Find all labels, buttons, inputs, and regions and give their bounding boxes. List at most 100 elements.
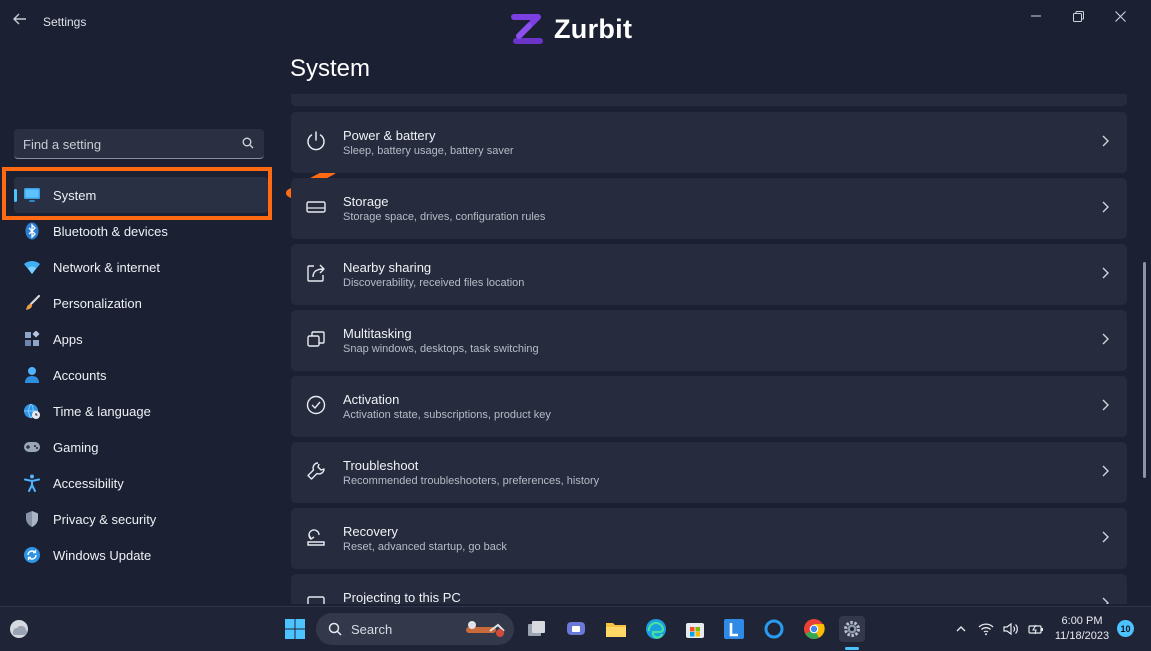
sidebar-item-label: Accounts <box>53 367 107 383</box>
card-subtitle: Recommended troubleshooters, preferences… <box>343 475 600 487</box>
card-subtitle: Sleep, battery usage, battery saver <box>343 145 514 157</box>
scrollbar[interactable] <box>1143 262 1146 478</box>
clock-date: 11/18/2023 <box>1054 630 1110 642</box>
search-icon[interactable] <box>242 137 254 149</box>
page-title: System <box>290 55 371 82</box>
apps-icon <box>22 329 42 349</box>
card-title: Nearby sharing <box>343 260 432 275</box>
bluetooth-icon <box>22 221 42 241</box>
search-highlight-icon <box>466 621 505 637</box>
chevron-right-icon <box>1102 201 1109 213</box>
chevron-right-icon <box>1102 333 1109 345</box>
sidebar-item-privacy[interactable]: Privacy & security <box>14 501 268 537</box>
store-icon[interactable] <box>682 616 708 642</box>
sidebar-item-label: Time & language <box>53 403 151 419</box>
sidebar-item-network[interactable]: Network & internet <box>14 249 268 285</box>
chevron-right-icon <box>1102 399 1109 411</box>
l-app-icon[interactable] <box>721 616 747 642</box>
clock-time: 6:00 PM <box>1061 615 1103 627</box>
chevron-right-icon <box>1102 597 1109 604</box>
find-setting-search[interactable] <box>14 129 264 159</box>
task-view-icon[interactable] <box>524 616 550 642</box>
window-title: Settings <box>43 15 87 29</box>
card-nearby-sharing[interactable]: Nearby sharing Discoverability, received… <box>291 244 1127 305</box>
card-activation[interactable]: Activation Activation state, subscriptio… <box>291 376 1127 437</box>
taskbar-search-label: Search <box>351 622 393 637</box>
windows-start-icon[interactable] <box>284 618 306 640</box>
sidebar-nav: System Bluetooth & devices Network & int… <box>14 177 268 573</box>
multitasking-icon <box>307 331 325 347</box>
sidebar-item-label: Bluetooth & devices <box>53 223 168 239</box>
chevron-right-icon <box>1102 135 1109 147</box>
card-title: Power & battery <box>343 128 436 143</box>
sidebar-item-personalization[interactable]: Personalization <box>14 285 268 321</box>
file-explorer-icon[interactable] <box>603 616 629 642</box>
gamepad-icon <box>22 437 42 457</box>
weather-widget-icon[interactable] <box>8 618 30 640</box>
volume-icon[interactable] <box>1000 618 1022 640</box>
chevron-right-icon <box>1102 531 1109 543</box>
wifi-icon[interactable] <box>975 618 997 640</box>
chevron-up-icon[interactable] <box>950 618 972 640</box>
card-troubleshoot[interactable]: Troubleshoot Recommended troubleshooters… <box>291 442 1127 503</box>
share-icon <box>307 264 325 282</box>
sidebar-item-gaming[interactable]: Gaming <box>14 429 268 465</box>
wifi-icon <box>22 257 42 277</box>
power-icon <box>307 131 325 151</box>
accessibility-icon <box>22 473 42 493</box>
card-projecting[interactable]: Projecting to this PC <box>291 574 1127 604</box>
sidebar-item-accessibility[interactable]: Accessibility <box>14 465 268 501</box>
sidebar-item-apps[interactable]: Apps <box>14 321 268 357</box>
card-title: Storage <box>343 194 389 209</box>
card-partial <box>291 94 1127 106</box>
zurbit-text: Zurbit <box>554 13 633 44</box>
minimize-icon[interactable] <box>1015 4 1057 28</box>
search-input[interactable] <box>14 129 245 159</box>
chevron-right-icon <box>1102 465 1109 477</box>
shield-icon <box>22 509 42 529</box>
sidebar-item-label: Apps <box>53 331 83 347</box>
card-title: Troubleshoot <box>343 458 419 473</box>
card-power-battery[interactable]: Power & battery Sleep, battery usage, ba… <box>291 112 1127 173</box>
edge-icon[interactable] <box>643 616 669 642</box>
card-title: Multitasking <box>343 326 412 341</box>
annotation-highlight-box <box>2 167 272 220</box>
update-icon <box>22 545 42 565</box>
notification-badge[interactable]: 10 <box>1117 620 1134 637</box>
cortana-icon[interactable] <box>761 616 787 642</box>
sidebar-item-time-language[interactable]: Time & language <box>14 393 268 429</box>
window-controls <box>1015 4 1141 28</box>
card-multitasking[interactable]: Multitasking Snap windows, desktops, tas… <box>291 310 1127 371</box>
settings-card-list: Power & battery Sleep, battery usage, ba… <box>291 112 1127 604</box>
card-subtitle: Discoverability, received files location <box>343 277 525 289</box>
taskbar-clock[interactable]: 6:00 PM 11/18/2023 <box>1050 614 1114 644</box>
card-subtitle: Reset, advanced startup, go back <box>343 541 507 553</box>
taskbar: Search 6:00 PM 11/18/2023 10 <box>0 606 1151 651</box>
recovery-icon <box>307 529 325 546</box>
projecting-icon <box>307 596 325 604</box>
taskbar-search[interactable]: Search <box>316 613 514 645</box>
sidebar-item-label: Windows Update <box>53 547 152 563</box>
person-icon <box>22 365 42 385</box>
sidebar-item-accounts[interactable]: Accounts <box>14 357 268 393</box>
sidebar-item-windows-update[interactable]: Windows Update <box>14 537 268 573</box>
settings-gear-icon[interactable] <box>839 616 865 642</box>
card-title: Activation <box>343 392 400 407</box>
card-storage[interactable]: Storage Storage space, drives, configura… <box>291 178 1127 239</box>
sidebar-item-label: Gaming <box>53 439 99 455</box>
battery-icon[interactable] <box>1025 618 1047 640</box>
brush-icon <box>22 293 42 313</box>
card-subtitle: Storage space, drives, configuration rul… <box>343 211 546 223</box>
back-arrow-icon[interactable] <box>10 12 30 32</box>
sidebar-item-label: Personalization <box>53 295 142 311</box>
card-recovery[interactable]: Recovery Reset, advanced startup, go bac… <box>291 508 1127 569</box>
storage-icon <box>306 201 326 213</box>
zurbit-watermark: Zurbit <box>510 12 632 46</box>
sidebar-item-label: Accessibility <box>53 475 124 491</box>
close-icon[interactable] <box>1099 4 1141 28</box>
card-title: Recovery <box>343 524 398 539</box>
chrome-icon[interactable] <box>801 616 827 642</box>
chevron-right-icon <box>1102 267 1109 279</box>
chat-icon[interactable] <box>563 616 589 642</box>
restore-icon[interactable] <box>1057 4 1099 28</box>
